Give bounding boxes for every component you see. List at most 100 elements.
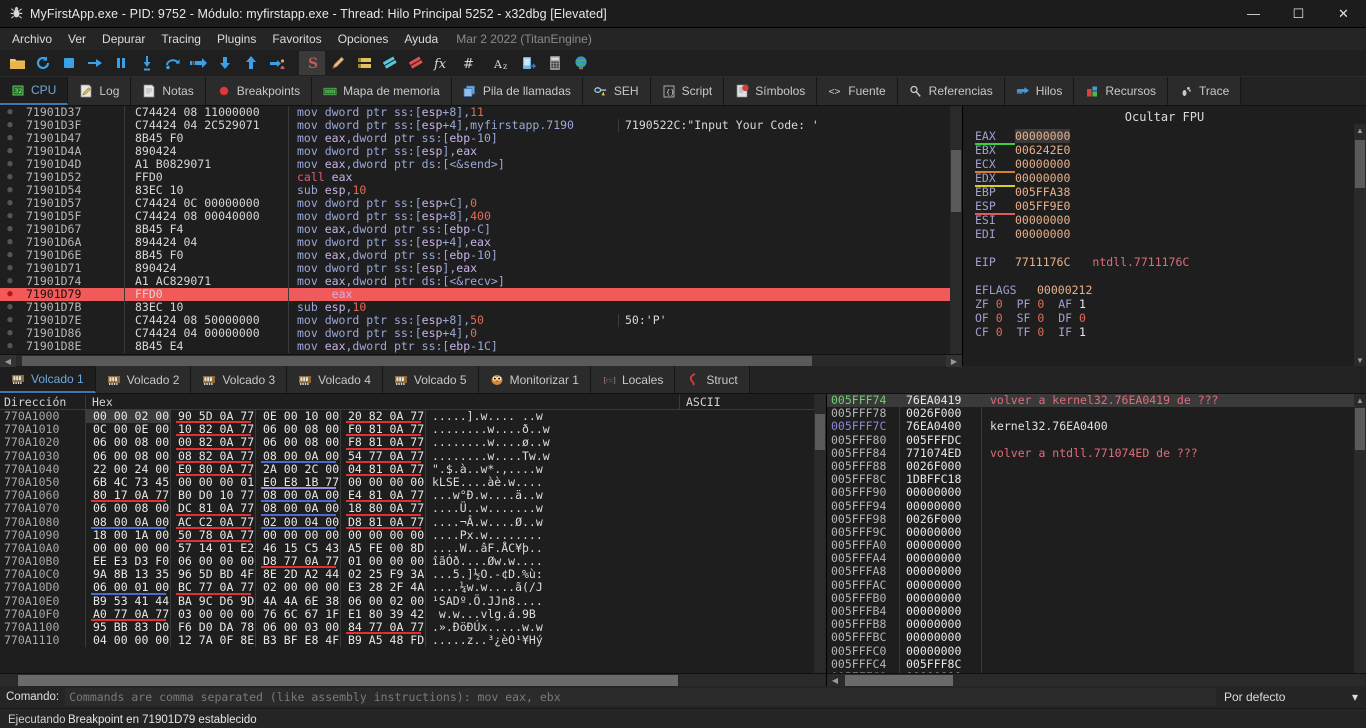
execute-till-return-icon[interactable] <box>238 51 264 75</box>
open-folder-icon[interactable] <box>4 51 30 75</box>
register-row-eflags[interactable]: EFLAGS 00000212 <box>963 283 1366 297</box>
dump-hex-group[interactable]: 18 80 0A 77 <box>340 502 425 516</box>
registers-panel[interactable]: Ocultar FPU EAX 00000000 EBX 006242E0 ECX 000… <box>963 106 1366 366</box>
dump-header-ascii[interactable]: ASCII <box>679 394 814 409</box>
tab-cpu[interactable]: 32 CPU <box>0 77 69 105</box>
dump-ascii[interactable]: ....¬Â.w....Ø..w <box>425 515 560 529</box>
stack-row[interactable]: 005FFFAC 00000000 <box>827 578 1354 592</box>
dump-hex-group[interactable]: 00 00 00 00 <box>255 528 340 542</box>
breakpoint-gutter-icon[interactable]: ● <box>0 171 20 184</box>
register-value[interactable]: 00000000 <box>1015 171 1070 185</box>
dump-hex-group[interactable]: 12 7A 0F 8E <box>170 633 255 648</box>
tab-breakpoints[interactable]: Breakpoints <box>205 77 313 105</box>
register-row-edi[interactable]: EDI 00000000 <box>963 227 1366 241</box>
dump-header-hex[interactable]: Hex <box>85 394 679 409</box>
dump-rows[interactable]: 770A1000 00 00 02 00 90 5D 0A 77 0E 00 10 0… <box>0 410 814 673</box>
breakpoints-list-icon[interactable] <box>351 51 377 75</box>
dump-ascii[interactable]: ....Ü..w.......w <box>425 502 560 516</box>
hide-fpu-toggle[interactable]: Ocultar FPU <box>963 106 1366 129</box>
disassembly-horizontal-scrollbar[interactable]: ◀ ▶ <box>0 354 962 367</box>
stack-row[interactable]: 005FFFA8 00000000 <box>827 565 1354 579</box>
breakpoint-gutter-icon[interactable]: ● <box>0 210 20 223</box>
stack-value[interactable]: 00000000 <box>899 631 981 645</box>
register-list[interactable]: EAX 00000000 EBX 006242E0 ECX 00000000 EDX 0000… <box>963 129 1366 339</box>
breakpoint-gutter-icon[interactable]: ● <box>0 340 20 353</box>
dump-row[interactable]: 770A1020 06 00 08 00 00 82 0A 77 06 00 08 0… <box>0 436 814 450</box>
breakpoint-gutter-icon[interactable]: ● <box>0 197 20 210</box>
dump-hex-group[interactable]: 4A 4A 6E 38 <box>255 594 340 608</box>
register-row-ebp[interactable]: EBP 005FFA38 <box>963 185 1366 199</box>
stop-icon[interactable] <box>56 51 82 75</box>
dump-header-address[interactable]: Dirección <box>0 395 85 409</box>
scrollbar-thumb[interactable] <box>951 150 961 212</box>
tab-notas[interactable]: Notas <box>131 77 206 105</box>
dump-row[interactable]: 770A1090 18 00 1A 00 50 78 0A 77 00 00 00 0… <box>0 528 814 543</box>
breakpoint-gutter-icon[interactable]: ● <box>0 158 20 171</box>
disassembly-panel[interactable]: ● 71901D37 C74424 08 11000000 mov dword ptr… <box>0 106 963 367</box>
tab-fuente[interactable]: <> Fuente <box>817 77 898 105</box>
dump-hex-group[interactable]: 08 00 0A 00 <box>85 515 170 529</box>
register-row-ecx[interactable]: ECX 00000000 <box>963 157 1366 173</box>
register-row-edx[interactable]: EDX 00000000 <box>963 171 1366 187</box>
dump-hex-group[interactable]: AC C2 0A 77 <box>170 515 255 529</box>
calculator-icon[interactable] <box>542 51 568 75</box>
breakpoint-gutter-icon[interactable]: ● <box>0 327 20 340</box>
dump-hex-group[interactable]: E0 80 0A 77 <box>170 462 255 477</box>
dump-hex-group[interactable]: 54 77 0A 77 <box>340 449 425 463</box>
lower-tab-struct[interactable]: Struct <box>675 366 750 393</box>
dump-hex-group[interactable]: 08 00 0A 00 <box>255 502 340 516</box>
stack-row[interactable]: 005FFFC0 00000000 <box>827 644 1354 658</box>
breakpoint-gutter-icon[interactable]: ● <box>0 184 20 197</box>
dump-hex-group[interactable]: 22 00 24 00 <box>85 462 170 476</box>
handles-icon[interactable] <box>516 51 542 75</box>
dump-hex-group[interactable]: F8 81 0A 77 <box>340 436 425 450</box>
scroll-up-arrow[interactable]: ▲ <box>1354 124 1366 136</box>
lower-tab-locales[interactable]: [r=] Locales <box>590 366 676 393</box>
breakpoint-gutter-icon[interactable]: ● <box>0 132 20 145</box>
dump-ascii[interactable]: ....¼w.w....ã(/J <box>425 581 560 595</box>
dump-hex-group[interactable]: 08 00 0A 00 <box>255 449 340 463</box>
stack-value[interactable]: 00000000 <box>899 644 981 658</box>
stack-value[interactable]: 76EA0400 <box>899 420 981 434</box>
register-value[interactable]: 00000212 <box>1037 283 1092 297</box>
stack-row[interactable]: 005FFF98 0026F000 <box>827 512 1354 526</box>
registers-vertical-scrollbar[interactable]: ▲ ▼ <box>1354 124 1366 366</box>
stack-row[interactable]: 005FFF90 00000000 <box>827 486 1354 500</box>
stack-value[interactable]: 005FFF8C <box>899 657 981 671</box>
register-row-esp[interactable]: ESP 005FF9E0 <box>963 199 1366 215</box>
dump-hex-group[interactable]: 04 00 00 00 <box>85 633 170 648</box>
step-down-icon[interactable] <box>212 51 238 75</box>
register-row-eip[interactable]: EIP 7711176C ntdll.7711176C <box>963 255 1366 269</box>
lower-tab-volcado-5[interactable]: Volcado 5 <box>382 366 479 393</box>
dump-hex-group[interactable]: D8 81 0A 77 <box>340 515 425 529</box>
dump-row[interactable]: 770A10E0 B9 53 41 44 BA 9C D6 9D 4A 4A 6E 3… <box>0 594 814 608</box>
dump-hex-group[interactable]: 06 00 08 00 <box>85 436 170 450</box>
register-row-esi[interactable]: ESI 00000000 <box>963 213 1366 227</box>
stack-row[interactable]: 005FFFC4 005FFF8C <box>827 657 1354 671</box>
scroll-left-arrow[interactable]: ◀ <box>0 355 16 367</box>
scroll-down-arrow[interactable]: ▼ <box>1354 354 1366 366</box>
flag-value[interactable]: 0 <box>996 325 1003 339</box>
stack-value[interactable]: 00000000 <box>899 565 981 579</box>
disassembly-rows[interactable]: ● 71901D37 C74424 08 11000000 mov dword ptr… <box>0 106 962 354</box>
stack-value[interactable]: 00000000 <box>899 499 981 513</box>
scrollbar-thumb[interactable] <box>815 414 825 450</box>
flag-value[interactable]: 1 <box>1079 297 1086 311</box>
register-row-eax[interactable]: EAX 00000000 <box>963 129 1366 145</box>
flag-value[interactable]: 0 <box>1037 297 1044 311</box>
dump-hex-group[interactable]: 08 82 0A 77 <box>170 449 255 463</box>
scrollbar-thumb[interactable] <box>845 675 953 686</box>
stack-vertical-scrollbar[interactable]: ▲ <box>1354 394 1366 673</box>
breakpoint-gutter-icon[interactable]: ● <box>0 288 20 301</box>
flag-value[interactable]: 0 <box>1037 311 1044 325</box>
tab-recursos[interactable]: Recursos <box>1074 77 1169 105</box>
dump-horizontal-scrollbar[interactable] <box>0 673 826 686</box>
breakpoint-gutter-icon[interactable]: ● <box>0 236 20 249</box>
dump-hex-group[interactable]: 00 82 0A 77 <box>170 436 255 450</box>
tab-seh[interactable]: ! SEH <box>582 77 651 105</box>
dump-hex-group[interactable]: 00 00 00 00 <box>340 528 425 542</box>
dump-hex-group[interactable]: 06 00 08 00 <box>85 449 170 463</box>
step-over-icon[interactable] <box>160 51 186 75</box>
function-fx-icon[interactable]: fx <box>429 51 455 75</box>
register-value[interactable]: 00000000 <box>1015 129 1071 143</box>
